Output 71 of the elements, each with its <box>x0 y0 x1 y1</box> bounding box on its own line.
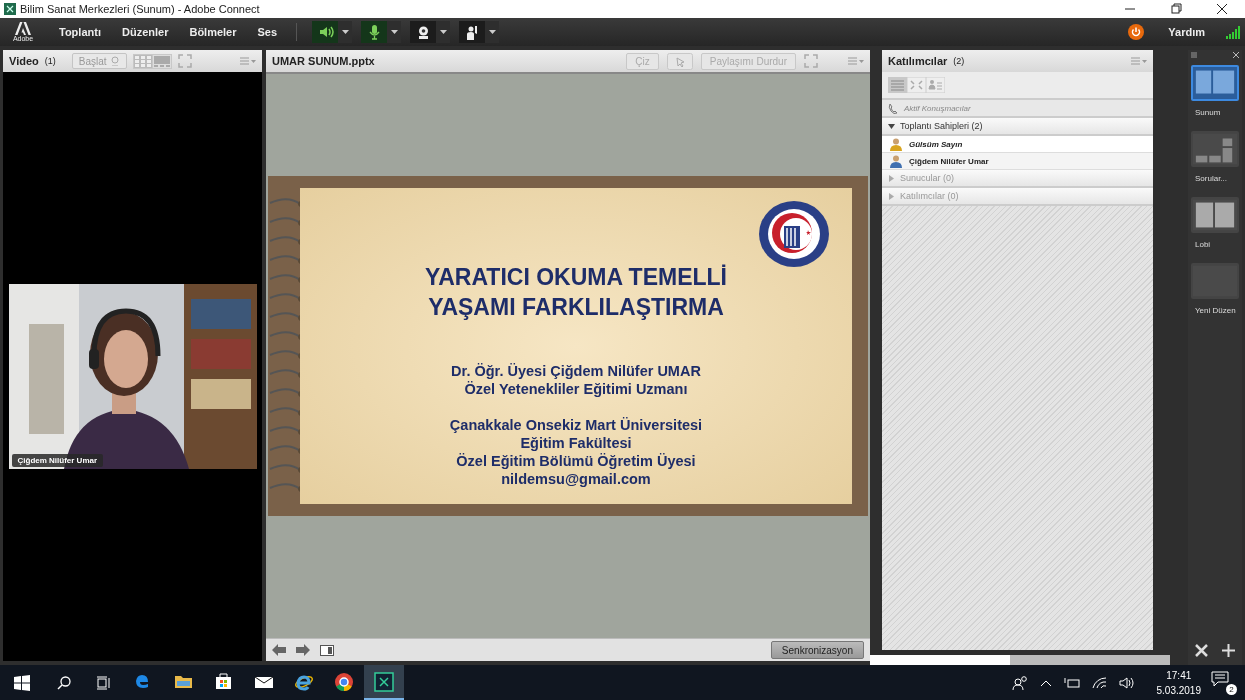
caret-icon <box>439 30 447 34</box>
battery-icon[interactable] <box>1063 676 1080 689</box>
menu-item[interactable]: Toplantı <box>59 26 101 38</box>
collapsed-triangle-icon <box>888 174 895 182</box>
chevron-up-icon[interactable] <box>1039 678 1052 687</box>
round-logo-icon[interactable] <box>333 670 355 693</box>
next-icon[interactable] <box>296 644 310 656</box>
clock-date: 5.03.2019 <box>1156 683 1201 698</box>
wifi-icon[interactable] <box>1091 676 1107 689</box>
scrollbar[interactable] <box>870 655 1170 665</box>
clock-time: 17:41 <box>1166 668 1192 683</box>
search-icon[interactable] <box>57 675 71 690</box>
attendee-row[interactable]: Çiğdem Nilüfer Umar <box>882 153 1153 170</box>
webcam-icon <box>109 56 120 66</box>
start-icon[interactable] <box>14 674 30 691</box>
help-menu[interactable]: Yardım <box>1162 25 1211 39</box>
dropdown-button[interactable] <box>387 21 402 43</box>
dropdown-button[interactable] <box>485 21 500 43</box>
slide-text: Dr. Öğr. Üyesi Çiğdem Nilüfer UMAR <box>451 362 701 380</box>
count: (1) <box>44 56 56 66</box>
close-icon[interactable] <box>1233 51 1239 58</box>
slide-title: YAŞAMI FARKLILAŞTIRMA <box>428 294 724 320</box>
dropdown-button[interactable] <box>338 21 353 43</box>
caret-icon <box>390 30 398 34</box>
notification-button[interactable]: 2 <box>1211 670 1237 695</box>
volume-icon[interactable] <box>1118 676 1135 689</box>
phone-icon <box>888 102 900 114</box>
pod-title: Video <box>9 55 39 67</box>
layout-label[interactable]: Sorular... <box>1195 174 1227 183</box>
layout-label[interactable]: Sunum <box>1195 108 1221 117</box>
caret-icon <box>341 30 349 34</box>
menu-item[interactable]: Ses <box>257 26 278 38</box>
add-icon[interactable] <box>1222 644 1235 657</box>
slide-text: Çanakkale Onsekiz Mart Üniversitesi <box>449 416 703 434</box>
layout-thumbnail[interactable] <box>1191 65 1239 101</box>
previous-icon[interactable] <box>272 644 286 656</box>
slide-text: Özel Yetenekliler Eğitimi Uzmanı <box>464 380 688 398</box>
count: (2) <box>953 56 966 66</box>
app-icon[interactable] <box>373 670 395 693</box>
university-logo <box>758 200 830 268</box>
sync-button[interactable]: Senkronizasyon <box>770 641 864 659</box>
menu-item[interactable]: Düzenler <box>121 26 169 38</box>
power-icon[interactable] <box>1128 24 1145 40</box>
slide-text: nildemsu@gmail.com <box>501 470 651 488</box>
section-label: Aktif Konuşmacılar <box>904 103 971 113</box>
pod-title: Katılımcılar <box>888 55 948 67</box>
slide-title: YARATICI OKUMA TEMELLİ <box>425 264 727 290</box>
menu-item[interactable]: Bölmeler <box>189 26 237 38</box>
people-icon[interactable] <box>1011 675 1028 690</box>
signal-icon <box>1225 25 1241 39</box>
sidebar-toggle-icon[interactable] <box>320 644 334 656</box>
expanded-triangle-icon <box>888 122 895 130</box>
layout-thumbnail[interactable] <box>1191 197 1239 233</box>
layout-label[interactable]: Lobi <box>1195 240 1211 249</box>
layout-label[interactable]: Yeni Düzen <box>1195 306 1236 315</box>
slide-text: Eğitim Fakültesi <box>520 434 632 452</box>
dropdown-button[interactable] <box>436 21 451 43</box>
task-view-icon[interactable] <box>97 675 111 690</box>
slide-text: Özel Eğitim Bölümü Öğretim Üyesi <box>456 452 696 470</box>
speaker-button[interactable] <box>312 21 339 43</box>
pod-title: UMAR SUNUM.pptx <box>272 55 376 67</box>
attendee-row[interactable]: Gülsüm Sayın <box>882 136 1153 153</box>
app-icon <box>4 3 16 15</box>
window-title: Bilim Sanat Merkezleri (Sunum) - Adobe Connect <box>20 3 261 15</box>
collapsed-triangle-icon <box>888 192 895 200</box>
caret-icon <box>488 30 496 34</box>
group-header[interactable]: Toplantı Sahipleri (2) <box>882 118 1153 136</box>
participant-label: Çiğdem Nilüfer Umar <box>11 454 104 467</box>
tools-icon[interactable] <box>1195 644 1208 657</box>
microphone-button[interactable] <box>361 21 388 43</box>
layout-thumbnail[interactable] <box>1191 131 1239 167</box>
